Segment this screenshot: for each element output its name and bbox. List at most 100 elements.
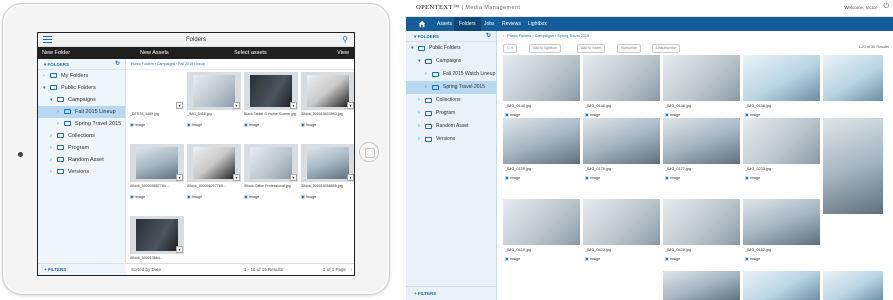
expand-chevron-icon[interactable]: › <box>418 107 420 120</box>
asset-thumbnail[interactable]: ▾ <box>301 72 354 110</box>
asset-menu-icon[interactable]: ▾ <box>233 102 240 109</box>
expand-chevron-icon[interactable]: › <box>57 118 59 130</box>
asset-thumbnail[interactable] <box>503 118 580 164</box>
expand-chevron-icon[interactable]: › <box>57 106 59 118</box>
view-button[interactable]: View <box>337 47 349 59</box>
asset-tile[interactable]: ▾ _DTS70_1469.jpg ▣ Image <box>130 72 184 142</box>
asset-tile[interactable]: _IMG_0176.jpg ▣ Image <box>583 118 660 192</box>
folders-header[interactable]: ▾ FOLDERS ↻ <box>406 31 496 42</box>
breadcrumb[interactable]: ‹ Public Folders › Campaigns › Spring Tra… <box>497 31 893 42</box>
asset-thumbnail[interactable]: ▾ <box>130 72 184 110</box>
home-icon[interactable] <box>418 20 426 28</box>
expand-chevron-icon[interactable]: ▾ <box>411 42 414 55</box>
asset-thumbnail[interactable]: ▾ <box>244 72 298 110</box>
asset-thumbnail[interactable] <box>503 55 580 101</box>
asset-thumbnail[interactable] <box>743 118 820 164</box>
expand-chevron-icon[interactable]: ▾ <box>43 82 46 94</box>
expand-chevron-icon[interactable]: ▾ <box>418 55 421 68</box>
expand-chevron-icon[interactable]: › <box>425 81 427 94</box>
asset-tile[interactable]: ▾ iStock_000009887784... ▣ Image <box>130 144 184 214</box>
asset-menu-icon[interactable]: ▾ <box>176 174 183 181</box>
asset-menu-icon[interactable]: ▾ <box>176 102 183 109</box>
asset-tile[interactable]: ▾ Black Tablet G Home Screen.jpg ▣ Image <box>244 72 298 142</box>
asset-menu-icon[interactable]: ▾ <box>290 174 297 181</box>
folder-tree-item[interactable]: › Random Asset <box>406 120 496 133</box>
nav-tab-folders[interactable]: Folders <box>454 17 481 31</box>
asset-menu-icon[interactable]: ▾ <box>347 102 354 109</box>
folder-tree-item[interactable]: › Collections <box>406 94 496 107</box>
folder-tree-item[interactable]: › Versions <box>406 133 496 146</box>
expand-chevron-icon[interactable]: › <box>418 94 420 107</box>
asset-thumbnail[interactable] <box>583 118 660 164</box>
next-page-icon[interactable]: › <box>351 264 353 275</box>
asset-thumbnail[interactable] <box>583 55 660 101</box>
expand-chevron-icon[interactable]: › <box>50 142 52 154</box>
folder-tree-item[interactable]: › Versions <box>38 166 125 178</box>
folder-tree-item[interactable]: › Fall 2015 Watch Lineup <box>406 68 496 81</box>
asset-thumbnail[interactable]: ▾ <box>187 144 241 182</box>
asset-tile[interactable]: ▾ iStock_000006207765... ▣ Image <box>187 144 241 214</box>
asset-tile[interactable]: _IMG_0159.jpg ▣ Image <box>503 118 580 192</box>
nav-tab-lightbox[interactable]: Lightbox <box>523 17 552 31</box>
asset-thumbnail[interactable] <box>823 271 883 300</box>
asset-tile[interactable]: _IMG_0182.jpg ▣ Image <box>743 199 820 273</box>
add-to-lightbox-button[interactable]: Add to lightbox <box>529 44 561 53</box>
asset-tile[interactable]: ▾ _IMG_0418.jpg ▣ Image <box>187 72 241 142</box>
asset-thumbnail[interactable] <box>583 199 660 245</box>
select-assets-button[interactable]: Select assets <box>234 47 267 59</box>
folder-tree-item[interactable]: › Collections <box>38 130 125 142</box>
breadcrumb[interactable]: Public Folders › Campaigns › Fall 2015 L… <box>126 59 354 70</box>
expand-chevron-icon[interactable]: › <box>43 70 45 82</box>
asset-thumbnail[interactable]: ▾ <box>244 144 298 182</box>
folder-tree-item[interactable]: ▾ Campaigns <box>38 94 125 106</box>
asset-thumbnail[interactable] <box>823 118 883 214</box>
asset-tile[interactable]: ▾ iStock_000016058895.jpg ▣ Image <box>301 144 354 214</box>
expand-chevron-icon[interactable]: › <box>425 68 427 81</box>
asset-thumbnail[interactable] <box>743 199 820 245</box>
asset-thumbnail[interactable]: ▾ <box>130 216 184 254</box>
asset-tile[interactable]: ▾ iStock_000015003993.jpg ▣ Image <box>301 72 354 142</box>
asset-thumbnail[interactable] <box>743 271 820 300</box>
asset-thumbnail[interactable]: ▾ <box>187 72 241 110</box>
asset-thumbnail[interactable] <box>823 55 883 101</box>
refresh-icon[interactable]: ↻ <box>486 31 491 42</box>
home-button[interactable] <box>359 142 379 162</box>
asset-tile[interactable]: _IMG_0177.jpg ▣ Image <box>663 118 740 192</box>
select-all-checkbox[interactable]: ☐ ▾ <box>503 44 518 53</box>
asset-tile[interactable]: _IMG_0425.jpg ▣ Image <box>663 199 740 273</box>
asset-menu-icon[interactable]: ▾ <box>176 246 183 253</box>
new-folder-button[interactable]: New Folder <box>42 47 70 59</box>
folder-tree-item[interactable]: › Spring Travel 2015 <box>38 118 125 130</box>
collapse-icon[interactable]: ‹ <box>503 34 504 38</box>
filters-toggle[interactable]: + FILTERS <box>406 286 497 300</box>
filters-toggle[interactable]: + FILTERS <box>38 263 126 275</box>
sort-label[interactable]: Sorted by Date <box>131 264 161 275</box>
expand-chevron-icon[interactable]: ▾ <box>50 94 53 106</box>
search-icon[interactable]: ⚲ <box>342 35 348 45</box>
folder-tree-item[interactable]: ▾ Campaigns <box>406 55 496 68</box>
asset-thumbnail[interactable] <box>663 271 740 300</box>
new-assets-button[interactable]: New Assets <box>140 47 169 59</box>
user-greeting[interactable]: Welcome, Victor <box>844 5 877 10</box>
unsubscribe-button[interactable]: Unsubscribe <box>652 44 680 53</box>
folder-tree-item[interactable]: › My Folders <box>38 70 125 82</box>
asset-tile[interactable]: _IMG_0423.jpg ▣ Image <box>583 199 660 273</box>
asset-thumbnail[interactable] <box>503 199 580 245</box>
asset-tile[interactable]: _IMG_0233.jpg ▣ Image <box>743 118 820 192</box>
asset-thumbnail[interactable]: ▾ <box>301 144 354 182</box>
folder-tree-item[interactable]: › Random Asset <box>38 154 125 166</box>
asset-menu-icon[interactable]: ▾ <box>290 102 297 109</box>
expand-chevron-icon[interactable]: › <box>50 130 52 142</box>
expand-chevron-icon[interactable]: › <box>50 166 52 178</box>
folder-tree-item[interactable]: › Program <box>38 142 125 154</box>
expand-chevron-icon[interactable]: › <box>418 133 420 146</box>
asset-tile[interactable]: ▾ iStock Office Professional.jpg ▣ Image <box>244 144 298 214</box>
asset-thumbnail[interactable]: ▾ <box>130 144 184 182</box>
asset-menu-icon[interactable]: ▾ <box>347 174 354 181</box>
asset-thumbnail[interactable] <box>663 199 740 245</box>
asset-tile[interactable]: _IMG_0419.jpg ▣ Image <box>503 199 580 273</box>
expand-chevron-icon[interactable]: › <box>418 120 420 133</box>
folder-tree-item[interactable]: › Fall 2015 Lineup <box>38 106 125 118</box>
folder-tree-item[interactable]: › Spring Travel 2015 <box>406 81 496 94</box>
folder-tree-item[interactable]: ▾ Public Folders <box>38 82 125 94</box>
